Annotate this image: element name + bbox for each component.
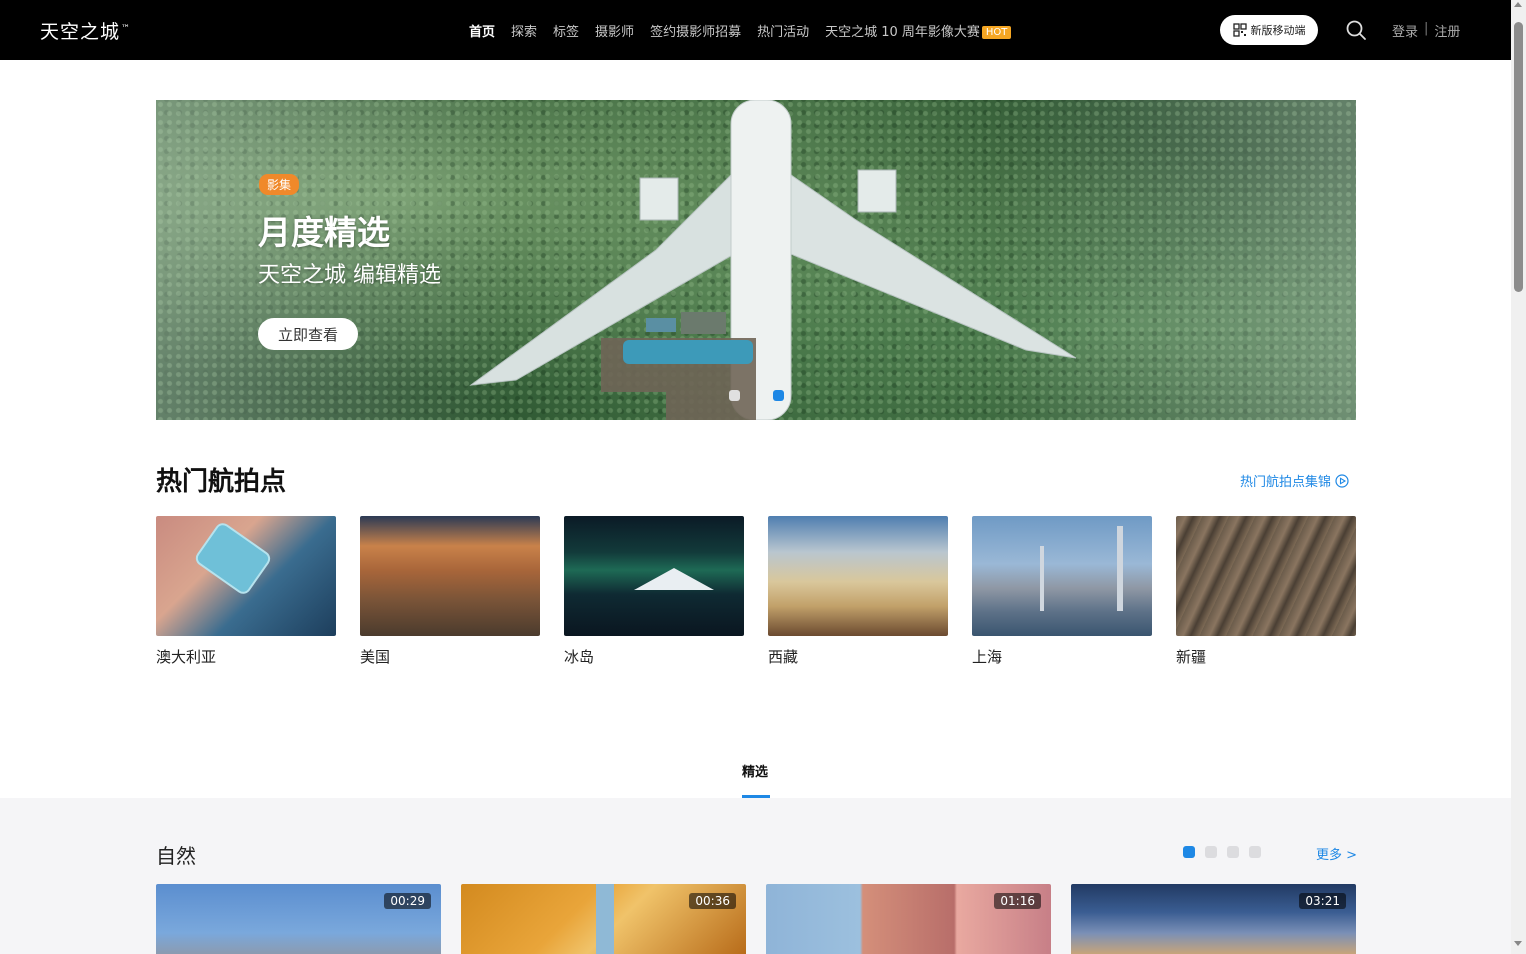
category-page-dot-2[interactable]	[1205, 846, 1217, 858]
video-duration: 00:29	[384, 893, 431, 909]
carousel-dot-1[interactable]	[729, 390, 740, 401]
nav-home[interactable]: 首页	[469, 21, 495, 40]
mobile-app-label: 新版移动端	[1250, 24, 1306, 37]
video-duration: 01:16	[994, 893, 1041, 909]
scroll-thumb[interactable]	[1514, 22, 1523, 292]
category-page-dot-1[interactable]	[1183, 846, 1195, 858]
category-title: 自然	[156, 844, 196, 868]
hot-spot-label: 西藏	[768, 648, 799, 666]
hot-spot-card[interactable]: 新疆	[1176, 516, 1356, 667]
hot-spot-image	[972, 516, 1152, 636]
login-link[interactable]: 登录	[1392, 21, 1418, 40]
nav-events[interactable]: 热门活动	[757, 21, 809, 40]
hot-spot-label: 美国	[360, 648, 391, 666]
hot-spots-collection-link[interactable]: 热门航拍点集锦	[1240, 471, 1349, 490]
nav-photographers[interactable]: 摄影师	[595, 21, 634, 40]
banner-subtitle: 天空之城 编辑精选	[258, 263, 441, 288]
video-card[interactable]: 00:29	[156, 884, 441, 954]
hot-spot-image	[768, 516, 948, 636]
hot-spots-collection-label: 热门航拍点集锦	[1240, 475, 1332, 490]
hot-spot-image	[156, 516, 336, 636]
hot-spot-label: 上海	[972, 648, 1003, 666]
auth-separator: |	[1424, 21, 1429, 36]
hot-spot-card[interactable]: 上海	[972, 516, 1152, 667]
nav-explore[interactable]: 探索	[511, 21, 537, 40]
mobile-app-button[interactable]: 新版移动端	[1220, 15, 1318, 45]
nav-recruit[interactable]: 签约摄影师招募	[650, 21, 741, 40]
view-now-button[interactable]: 立即查看	[258, 318, 358, 350]
scroll-up-arrow-icon[interactable]	[1514, 2, 1522, 7]
banner-title: 月度精选	[258, 213, 390, 252]
album-tag-badge: 影集	[259, 174, 300, 195]
hot-spot-image	[360, 516, 540, 636]
video-river	[596, 884, 614, 954]
hot-spot-image	[564, 516, 744, 636]
hot-spot-card[interactable]: 美国	[360, 516, 540, 667]
site-logo[interactable]: 天空之城™	[40, 17, 131, 44]
top-navigation-bar: 天空之城™ 首页 探索 标签 摄影师 签约摄影师招募 热门活动 天空之城 10 …	[0, 0, 1511, 60]
video-duration: 00:36	[689, 893, 736, 909]
nav-contest[interactable]: 天空之城 10 周年影像大赛 HOT	[825, 21, 1012, 40]
more-link[interactable]: 更多 >	[1316, 844, 1357, 863]
auth-links: 登录 | 注册	[1392, 21, 1460, 40]
nav-tags[interactable]: 标签	[553, 21, 579, 40]
hot-badge: HOT	[981, 26, 1012, 39]
hot-spots-title: 热门航拍点	[156, 467, 287, 497]
hot-spot-label: 新疆	[1176, 648, 1207, 666]
category-page-dot-3[interactable]	[1227, 846, 1239, 858]
tab-featured[interactable]: 精选	[742, 761, 768, 780]
video-card[interactable]: 03:21	[1071, 884, 1356, 954]
hero-banner[interactable]: 影集 月度精选 天空之城 编辑精选 立即查看	[156, 100, 1356, 420]
video-duration: 03:21	[1299, 893, 1346, 909]
hot-spot-label: 澳大利亚	[156, 648, 217, 666]
search-icon[interactable]	[1345, 19, 1367, 41]
hot-spot-card[interactable]: 澳大利亚	[156, 516, 336, 667]
category-page-dot-4[interactable]	[1249, 846, 1261, 858]
page-scrollbar[interactable]	[1511, 0, 1526, 954]
nav-contest-label: 天空之城 10 周年影像大赛	[825, 25, 980, 40]
register-link[interactable]: 注册	[1434, 21, 1460, 40]
main-nav: 首页 探索 标签 摄影师 签约摄影师招募 热门活动 天空之城 10 周年影像大赛…	[469, 21, 1012, 40]
hot-spot-card[interactable]: 冰岛	[564, 516, 744, 667]
carousel-dot-2[interactable]	[773, 390, 784, 401]
video-card[interactable]: 01:16	[766, 884, 1051, 954]
hot-spot-image	[1176, 516, 1356, 636]
play-circle-icon	[1335, 473, 1349, 488]
hot-spot-label: 冰岛	[564, 648, 595, 666]
video-card[interactable]: 00:36	[461, 884, 746, 954]
qr-code-icon	[1232, 23, 1247, 37]
scroll-down-arrow-icon[interactable]	[1514, 941, 1522, 946]
hot-spot-card[interactable]: 西藏	[768, 516, 948, 667]
